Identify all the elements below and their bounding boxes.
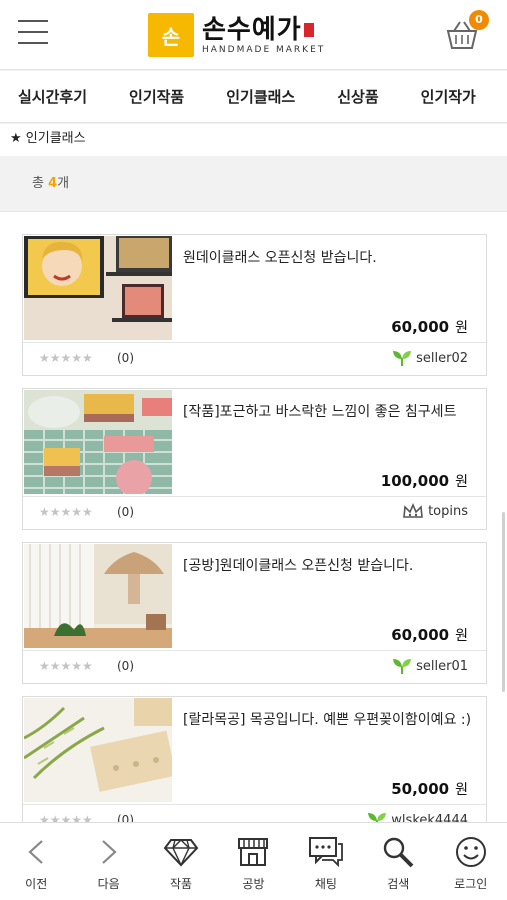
product-price: 50,000 원 xyxy=(391,780,468,798)
product-title[interactable]: [작품]포근하고 바스락한 느낌이 좋은 침구세트 xyxy=(183,401,476,423)
category-tabs: 실시간후기 인기작품 인기클래스 신상품 인기작가 xyxy=(0,71,507,123)
rating-stars: ★★★★★ xyxy=(39,351,93,365)
tab-popular-works[interactable]: 인기작품 xyxy=(129,86,184,107)
product-title[interactable]: [공방]원데이클래스 오픈신청 받습니다. xyxy=(183,555,476,577)
seller-name: topins xyxy=(428,503,468,519)
crown-icon xyxy=(402,503,424,519)
nav-chat-button[interactable]: 채팅 xyxy=(290,823,362,900)
product-price: 60,000 원 xyxy=(391,626,468,644)
product-thumbnail[interactable] xyxy=(24,544,172,648)
rating-stars: ★★★★★ xyxy=(39,505,93,519)
rating-stars: ★★★★★ xyxy=(39,659,93,673)
nav-works-button[interactable]: 작품 xyxy=(145,823,217,900)
back-icon xyxy=(24,835,48,869)
tab-realtime-reviews[interactable]: 실시간후기 xyxy=(18,86,87,107)
breadcrumb: ★ 인기클래스 xyxy=(0,124,507,156)
nav-login-button[interactable]: 로그인 xyxy=(435,823,507,900)
review-count: (0) xyxy=(117,505,134,519)
tab-popular-artists[interactable]: 인기작가 xyxy=(421,86,476,107)
seller-link[interactable]: seller02 xyxy=(392,349,468,367)
seller-name: seller01 xyxy=(416,658,468,674)
logo-title: 손수예가 xyxy=(202,14,302,45)
nav-forward-button[interactable]: 다음 xyxy=(72,823,144,900)
result-count-number: 4 xyxy=(48,176,58,191)
cart-count-badge: 0 xyxy=(469,10,489,30)
product-price: 60,000 원 xyxy=(391,318,468,336)
product-title[interactable]: [랄라목공] 목공입니다. 예쁜 우편꽂이함이예요 :) xyxy=(183,709,476,731)
product-card[interactable]: [랄라목공] 목공입니다. 예쁜 우편꽂이함이예요 :) 50,000 원 ★★★… xyxy=(22,696,487,822)
seller-name: wlskek4444 xyxy=(391,812,468,823)
sprout-icon xyxy=(367,811,387,822)
product-thumbnail[interactable] xyxy=(24,390,172,494)
nav-search-button[interactable]: 검색 xyxy=(362,823,434,900)
bottom-nav: 이전 다음 작품 공방 채팅 검색 로그인 xyxy=(0,822,507,900)
sprout-icon xyxy=(392,349,412,367)
product-card[interactable]: [공방]원데이클래스 오픈신청 받습니다. 60,000 원 ★★★★★ (0) … xyxy=(22,542,487,684)
diamond-icon xyxy=(163,835,199,869)
sprout-icon xyxy=(392,657,412,675)
smile-icon xyxy=(454,835,488,869)
chat-icon xyxy=(308,835,344,869)
logo-mark: 손 xyxy=(148,13,194,57)
logo-seal xyxy=(303,23,314,37)
rating-stars: ★★★★★ xyxy=(39,813,93,822)
product-price: 100,000 원 xyxy=(380,472,468,490)
nav-back-button[interactable]: 이전 xyxy=(0,823,72,900)
seller-link[interactable]: seller01 xyxy=(392,657,468,675)
shop-icon xyxy=(236,835,270,869)
product-thumbnail[interactable] xyxy=(24,698,172,802)
app-header: 손 손수예가 HANDMADE MARKET 0 xyxy=(0,0,507,70)
product-card[interactable]: 원데이클래스 오픈신청 받습니다. 60,000 원 ★★★★★ (0) sell… xyxy=(22,234,487,376)
tab-popular-classes[interactable]: 인기클래스 xyxy=(226,86,295,107)
scrollbar[interactable] xyxy=(502,512,505,692)
menu-icon[interactable] xyxy=(18,20,48,48)
review-count: (0) xyxy=(117,659,134,673)
product-card[interactable]: [작품]포근하고 바스락한 느낌이 좋은 침구세트 100,000 원 ★★★★★… xyxy=(22,388,487,530)
tab-new-products[interactable]: 신상품 xyxy=(337,86,378,107)
review-count: (0) xyxy=(117,351,134,365)
product-thumbnail[interactable] xyxy=(24,236,172,340)
product-list: 원데이클래스 오픈신청 받습니다. 60,000 원 ★★★★★ (0) sell… xyxy=(0,212,507,822)
seller-link[interactable]: wlskek4444 xyxy=(367,811,468,822)
result-count: 총 4개 xyxy=(0,156,507,212)
product-title[interactable]: 원데이클래스 오픈신청 받습니다. xyxy=(183,247,476,269)
logo-subtitle: HANDMADE MARKET xyxy=(202,44,326,55)
logo[interactable]: 손 손수예가 HANDMADE MARKET xyxy=(148,12,325,58)
review-count: (0) xyxy=(117,813,134,822)
cart-button[interactable]: 0 xyxy=(445,10,489,52)
seller-link[interactable]: topins xyxy=(402,503,468,519)
seller-name: seller02 xyxy=(416,350,468,366)
search-icon xyxy=(381,835,415,869)
nav-shop-button[interactable]: 공방 xyxy=(217,823,289,900)
forward-icon xyxy=(97,835,121,869)
